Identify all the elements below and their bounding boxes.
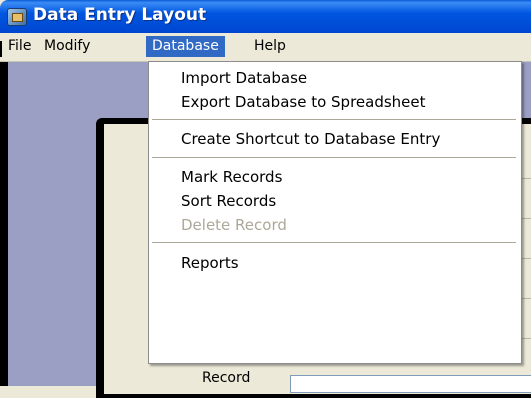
menu-item-import-database[interactable]: Import Database xyxy=(149,66,521,90)
menu-item-label: Mark Records xyxy=(181,168,283,186)
menu-item-export-database[interactable]: Export Database to Spreadsheet xyxy=(149,90,521,114)
record-input[interactable] xyxy=(290,375,531,393)
menu-item-label: Import Database xyxy=(181,69,308,87)
window-title: Data Entry Layout xyxy=(33,5,207,25)
left-border xyxy=(0,62,8,386)
menu-file[interactable]: File xyxy=(2,36,37,57)
record-label: Record xyxy=(202,370,251,386)
menu-item-label: Export Database to Spreadsheet xyxy=(181,93,426,111)
menu-item-reports[interactable]: Reports xyxy=(149,251,521,275)
menu-database[interactable]: Database xyxy=(146,36,225,57)
menu-item-label: Create Shortcut to Database Entry xyxy=(181,130,441,148)
field-divider xyxy=(521,178,531,179)
menu-item-delete-record: Delete Record xyxy=(149,213,521,237)
menu-item-label: Sort Records xyxy=(181,192,277,210)
menu-item-mark-records[interactable]: Mark Records xyxy=(149,165,521,189)
menu-item-label: Reports xyxy=(181,254,239,272)
menu-modify[interactable]: Modify xyxy=(38,36,96,57)
field-divider xyxy=(521,338,531,339)
menu-separator xyxy=(152,157,516,158)
menu-item-sort-records[interactable]: Sort Records xyxy=(149,189,521,213)
menu-bar: File Modify Database Help xyxy=(0,33,531,62)
field-divider xyxy=(521,298,531,299)
menu-separator xyxy=(152,119,516,120)
menu-separator xyxy=(152,242,516,243)
menu-item-label: Delete Record xyxy=(181,216,287,234)
field-divider xyxy=(521,218,531,219)
menu-help[interactable]: Help xyxy=(248,36,292,57)
app-icon[interactable] xyxy=(7,8,27,26)
menu-item-create-shortcut[interactable]: Create Shortcut to Database Entry xyxy=(149,127,521,151)
field-divider xyxy=(521,258,531,259)
title-bar[interactable]: Data Entry Layout xyxy=(0,0,531,33)
database-dropdown-menu: Import Database Export Database to Sprea… xyxy=(148,61,522,364)
